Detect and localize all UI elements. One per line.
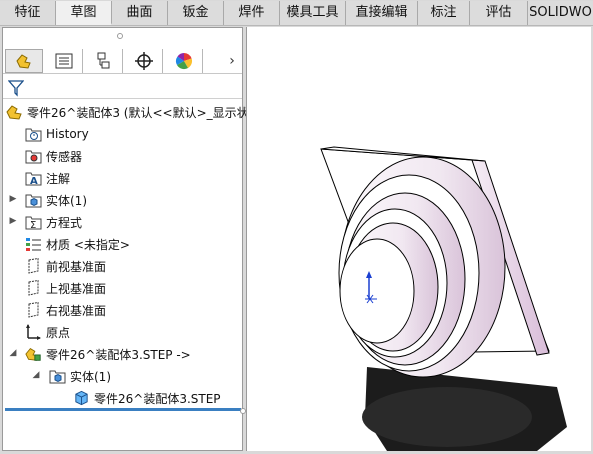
svg-text:A: A	[30, 176, 38, 186]
tree-item-annotations[interactable]: A 注解	[25, 167, 70, 189]
tab-sketch[interactable]: 草图	[56, 1, 112, 25]
origin-icon	[26, 324, 41, 340]
tree-item-history[interactable]: History	[25, 123, 89, 145]
tab-features[interactable]: 特征	[0, 1, 56, 25]
solid-body-icon	[49, 370, 66, 384]
part-icon	[6, 105, 22, 120]
feature-manager-panel: › 零件26^装配体3 (默认<<默认>_显示状 History 传感器 ▶ A…	[2, 27, 249, 451]
tree-item-right-plane[interactable]: 右视基准面	[25, 299, 106, 321]
tree-item-material[interactable]: 材质 <未指定>	[25, 233, 130, 255]
tree-item-imported-body[interactable]: 零件26^装配体3.STEP	[73, 387, 221, 409]
dimxpert-icon	[134, 52, 153, 70]
filter-icon[interactable]	[8, 79, 24, 97]
annotation-icon: A	[25, 172, 42, 186]
configuration-manager-icon	[97, 52, 109, 69]
collapse-subpart-bodies-arrow[interactable]: ◢	[31, 370, 41, 380]
model-shadow	[362, 367, 567, 451]
panel-grip-handle[interactable]	[117, 33, 123, 39]
sensor-icon	[25, 150, 42, 164]
expand-solid-bodies-arrow[interactable]: ▶	[8, 216, 18, 226]
tree-item-top-plane[interactable]: 上视基准面	[25, 277, 106, 299]
stepped-boss	[338, 156, 506, 378]
history-icon	[25, 128, 42, 142]
body-cube-icon	[75, 390, 88, 406]
tree-item-sensors[interactable]: 传感器	[25, 145, 82, 167]
tab-sheet-metal[interactable]: 钣金	[168, 1, 224, 25]
more-tabs-arrow[interactable]: ›	[223, 50, 241, 72]
plane-icon	[28, 258, 39, 274]
part-model-view	[320, 146, 567, 451]
tab-solidworks-addins[interactable]: SOLIDWO	[528, 1, 593, 25]
tree-divider[interactable]	[5, 408, 241, 411]
tree-item-front-plane[interactable]: 前视基准面	[25, 255, 106, 277]
tree-root-part[interactable]: 零件26^装配体3 (默认<<默认>_显示状	[6, 101, 249, 123]
tree-item-subpart[interactable]: 零件26^装配体3.STEP ->	[25, 343, 191, 365]
tab-evaluate[interactable]: 评估	[470, 1, 528, 25]
command-manager-tabbar: 特征 草图 曲面 钣金 焊件 模具工具 直接编辑 标注 评估 SOLIDWO	[0, 0, 593, 26]
display-manager-icon	[175, 53, 192, 70]
svg-text:Σ: Σ	[30, 220, 36, 230]
graphics-area[interactable]	[246, 27, 591, 451]
feature-manager-icon	[16, 54, 31, 69]
tab-weldments[interactable]: 焊件	[224, 1, 280, 25]
equation-icon: Σ	[25, 216, 42, 230]
tree-item-subpart-solid-bodies[interactable]: 实体(1)	[49, 365, 111, 387]
expand-annotations-arrow[interactable]: ▶	[8, 194, 18, 204]
tab-direct-editing[interactable]: 直接编辑	[346, 1, 418, 25]
manager-tabs: ›	[3, 48, 242, 74]
configuration-manager-tab[interactable]	[85, 49, 123, 73]
tree-root-label: 零件26^装配体3 (默认<<默认>_显示状	[27, 105, 249, 120]
part-reference-icon	[25, 348, 41, 361]
filter-bar	[3, 77, 242, 99]
feature-manager-tab[interactable]	[5, 49, 43, 73]
tree-item-origin[interactable]: 原点	[25, 321, 70, 343]
display-manager-tab[interactable]	[165, 49, 203, 73]
tab-mold-tools[interactable]: 模具工具	[280, 1, 346, 25]
solid-body-icon	[25, 194, 42, 208]
tree-item-solid-bodies[interactable]: 实体(1)	[25, 189, 87, 211]
plane-icon	[28, 280, 39, 296]
tree-item-equations[interactable]: Σ 方程式	[25, 211, 82, 233]
tab-surfaces[interactable]: 曲面	[112, 1, 168, 25]
material-icon	[26, 238, 41, 251]
dimxpert-manager-tab[interactable]	[125, 49, 163, 73]
property-manager-tab[interactable]	[45, 49, 83, 73]
tab-markup[interactable]: 标注	[418, 1, 470, 25]
property-manager-icon	[55, 53, 72, 69]
collapse-subpart-arrow[interactable]: ◢	[8, 348, 18, 358]
plane-icon	[28, 302, 39, 318]
